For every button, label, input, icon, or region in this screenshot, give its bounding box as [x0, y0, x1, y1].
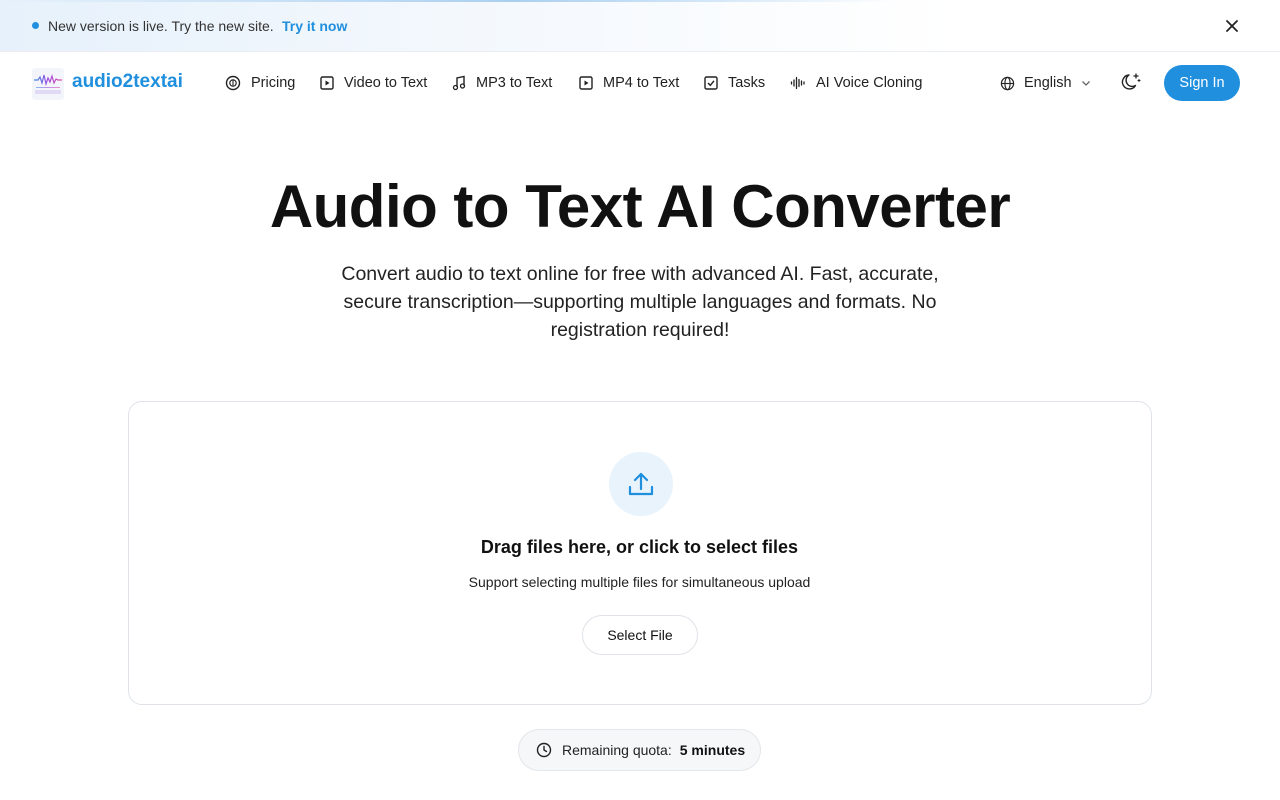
- file-drop-zone[interactable]: Drag files here, or click to select file…: [128, 401, 1152, 705]
- try-it-now-link[interactable]: Try it now: [282, 18, 347, 34]
- upload-icon: [609, 452, 673, 516]
- announcement-banner: New version is live. Try the new site. T…: [0, 0, 1280, 52]
- quota-value: 5 minutes: [679, 742, 746, 758]
- nav-item-mp3-to-text[interactable]: MP3 to Text: [452, 73, 552, 93]
- play-square-icon: [579, 76, 593, 90]
- language-label: English: [1024, 75, 1072, 91]
- nav-label: Tasks: [728, 75, 766, 91]
- audio-waveform-icon: [790, 76, 805, 90]
- drop-zone-title: Drag files here, or click to select file…: [480, 537, 799, 557]
- nav-item-video-to-text[interactable]: Video to Text: [320, 73, 427, 93]
- music-note-icon: [452, 75, 466, 91]
- site-header: audio2textai Pricing Video to Text MP3 t…: [0, 53, 1280, 113]
- remaining-quota-badge: Remaining quota: 5 minutes: [518, 729, 761, 771]
- clock-icon: [536, 742, 552, 758]
- globe-icon: [1000, 76, 1015, 90]
- quota-label: Remaining quota:: [562, 742, 672, 758]
- banner-message: New version is live. Try the new site.: [48, 18, 274, 34]
- theme-toggle-moon-icon[interactable]: [1120, 71, 1142, 93]
- nav-label: MP4 to Text: [603, 75, 680, 91]
- sign-in-button[interactable]: Sign In: [1164, 65, 1240, 101]
- nav-item-ai-voice-cloning[interactable]: AI Voice Cloning: [790, 73, 922, 93]
- status-dot: [32, 22, 39, 29]
- nav-label: MP3 to Text: [476, 75, 553, 91]
- check-square-icon: [704, 76, 718, 90]
- close-icon[interactable]: [1222, 16, 1242, 36]
- nav-item-mp4-to-text[interactable]: MP4 to Text: [579, 73, 679, 93]
- nav-label: Pricing: [251, 75, 296, 91]
- dollar-circle-icon: [225, 75, 241, 91]
- nav-item-pricing[interactable]: Pricing: [225, 73, 295, 93]
- language-selector[interactable]: English: [1000, 73, 1092, 93]
- nav-label: AI Voice Cloning: [816, 75, 923, 91]
- logo-text[interactable]: audio2textai: [72, 71, 183, 93]
- play-square-icon: [320, 76, 334, 90]
- chevron-down-icon: [1081, 81, 1090, 86]
- select-file-button[interactable]: Select File: [582, 615, 698, 655]
- page-title: Audio to Text AI Converter: [269, 173, 1011, 240]
- logo-icon[interactable]: [32, 68, 64, 100]
- page-subtitle: Convert audio to text online for free wi…: [341, 263, 939, 341]
- nav-item-tasks[interactable]: Tasks: [704, 73, 765, 93]
- drop-zone-subtitle: Support selecting multiple files for sim…: [468, 574, 811, 590]
- nav-label: Video to Text: [344, 75, 428, 91]
